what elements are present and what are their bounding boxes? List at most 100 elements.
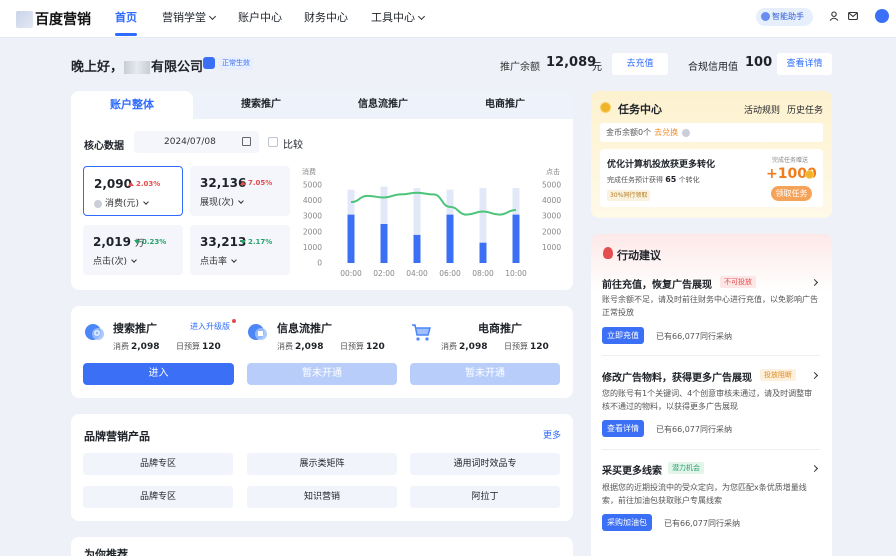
view-details-advice-button[interactable]: 查看详情 xyxy=(602,420,644,437)
brand-more-link[interactable]: 更多 xyxy=(543,428,561,441)
spend-value: 2,098 xyxy=(131,342,160,352)
task-center-title: 任务中心 xyxy=(618,103,662,116)
x-tick: 00:00 xyxy=(340,269,362,278)
shield-icon xyxy=(203,57,215,69)
balance-unit: 元 xyxy=(592,62,602,73)
chevron-down-icon xyxy=(231,257,237,263)
budget-value: 120 xyxy=(202,342,221,352)
buy-boost-pack-button[interactable]: 采购加油包 xyxy=(602,514,652,531)
coin-icon xyxy=(805,170,814,179)
enter-upgrade-link[interactable]: 进入升级版 xyxy=(190,321,230,332)
task-history-link[interactable]: 历史任务 xyxy=(787,103,823,116)
bar xyxy=(512,214,520,263)
mail-icon[interactable] xyxy=(848,11,858,21)
metric-impressions[interactable]: 32,136 7.05% 展现(次) xyxy=(190,166,290,216)
brand-item[interactable]: 知识营销 xyxy=(247,486,397,508)
metric-change-pct: 7.05% xyxy=(248,179,273,187)
metric-clicks[interactable]: 2,019 万 0.23% 点击(次) xyxy=(83,225,183,275)
baidu-marketing-logo[interactable]: 百度营销 xyxy=(16,8,91,30)
product-budget: 日预算 120 xyxy=(504,341,549,352)
claim-task-button[interactable]: 领取任务 xyxy=(771,186,812,201)
y-tick-right: 3000 xyxy=(542,212,561,221)
x-tick: 06:00 xyxy=(439,269,461,278)
task-item-subtitle: 完成任务预计获得 65 个转化 xyxy=(607,175,700,185)
metric-ctr[interactable]: 33,213 2.17% 点击率 xyxy=(190,225,290,275)
avatar[interactable] xyxy=(875,9,889,23)
advice-tag: 不可投放 xyxy=(720,276,756,288)
feed-not-open-button[interactable]: 暂未开通 xyxy=(247,363,397,385)
x-tick: 02:00 xyxy=(373,269,395,278)
advice-tag: 投放阻断 xyxy=(760,369,796,381)
ecommerce-not-open-button[interactable]: 暂未开通 xyxy=(410,363,560,385)
nav-tool-center[interactable]: 工具中心 xyxy=(371,0,426,38)
advice-peer-count: 已有66,077同行采纳 xyxy=(664,519,740,528)
gold-exchange-link[interactable]: 去兑换 xyxy=(654,128,678,137)
metric-label: 消费(元) xyxy=(94,196,149,209)
enter-search-button[interactable]: 进入 xyxy=(83,363,234,385)
metric-label-text: 点击(次) xyxy=(93,257,128,267)
brand-item[interactable]: 通用词时效品专 xyxy=(410,453,560,475)
recharge-now-button[interactable]: 立即充值 xyxy=(602,327,644,344)
y-tick-left: 3000 xyxy=(303,212,322,221)
budget-label: 日预算 xyxy=(340,342,364,351)
brand-item[interactable]: 展示类矩阵 xyxy=(247,453,397,475)
view-details-button[interactable]: 查看详情 xyxy=(777,53,832,75)
bar xyxy=(413,234,421,263)
nav-tool-center-label: 工具中心 xyxy=(371,11,415,24)
chevron-down-icon xyxy=(208,12,217,21)
tab-search-promo[interactable]: 搜索推广 xyxy=(200,91,322,119)
tab-ecommerce-promo[interactable]: 电商推广 xyxy=(444,91,566,119)
y-tick-left: 2000 xyxy=(303,227,322,236)
x-tick: 10:00 xyxy=(505,269,527,278)
activity-rules-link[interactable]: 活动规则 xyxy=(744,103,780,116)
top-nav: 百度营销 首页 营销学堂 账户中心 财务中心 工具中心 智能助手 xyxy=(0,0,896,38)
metric-spend[interactable]: 2,090 2.03% 消费(元) xyxy=(83,166,183,216)
trend-up-icon xyxy=(128,182,134,186)
brand-item[interactable]: 品牌专区 xyxy=(83,486,233,508)
assistant-label: 智能助手 xyxy=(772,12,804,21)
metric-value: 2,090 xyxy=(94,177,132,191)
advice-item-desc: 根据您的近期投流中的受众定向，为您匹配x条优质增量线索，前往加油包获取账户专属线… xyxy=(602,483,807,505)
nav-finance-center[interactable]: 财务中心 xyxy=(304,0,348,38)
spend-label: 消费 xyxy=(113,342,129,351)
spend-label: 消费 xyxy=(277,342,293,351)
advice-item-title[interactable]: 采买更多线索 xyxy=(602,462,662,477)
recharge-button[interactable]: 去充值 xyxy=(612,53,668,75)
metric-change-pct: 2.17% xyxy=(248,238,273,246)
product-budget: 日预算 120 xyxy=(340,341,385,352)
brand-item[interactable]: 阿拉丁 xyxy=(410,486,560,508)
greeting: 晚上好， 有限公司 xyxy=(71,56,203,75)
balance-value: 12,089 xyxy=(546,55,597,70)
logo-mosaic xyxy=(16,10,33,28)
bar xyxy=(347,214,355,263)
brand-item[interactable]: 品牌专区 xyxy=(83,453,233,475)
chevron-down-icon xyxy=(417,12,426,21)
task-sub-pre: 完成任务预计获得 xyxy=(607,176,663,184)
advice-item-title[interactable]: 前往充值，恢复广告展现 xyxy=(602,276,712,291)
tab-feed-promo[interactable]: 信息流推广 xyxy=(322,91,444,119)
tab-account-overall[interactable]: 账户整体 xyxy=(71,91,193,119)
metric-label: 点击率 xyxy=(200,254,237,267)
user-icon[interactable] xyxy=(829,11,839,21)
date-value: 2024/07/08 xyxy=(164,137,216,147)
metric-change-pct: 0.23% xyxy=(142,238,167,246)
smart-assistant-button[interactable]: 智能助手 xyxy=(756,8,813,26)
nav-marketing-academy[interactable]: 营销学堂 xyxy=(162,0,217,38)
spend-value: 2,098 xyxy=(459,342,488,352)
company-suffix: 有限公司 xyxy=(151,60,204,75)
advice-item-title[interactable]: 修改广告物料，获得更多广告展现 xyxy=(602,369,752,384)
metric-label-text: 消费(元) xyxy=(105,199,140,209)
calendar-icon[interactable] xyxy=(242,137,251,146)
action-advice-title: 行动建议 xyxy=(617,249,661,262)
divider xyxy=(602,449,820,450)
y-tick-left: 4000 xyxy=(303,196,322,205)
date-picker[interactable]: 2024/07/08 xyxy=(134,131,259,153)
compare-checkbox[interactable] xyxy=(268,137,278,147)
nav-account-center[interactable]: 账户中心 xyxy=(238,0,282,38)
y-tick-right: 5000 xyxy=(542,181,561,190)
advice-peer-count: 已有66,077同行采纳 xyxy=(656,332,732,341)
recommend-title: 为你推荐 xyxy=(84,548,128,556)
metric-change-pct: 2.03% xyxy=(136,180,161,188)
bar xyxy=(380,224,388,263)
chevron-down-icon xyxy=(143,199,149,205)
